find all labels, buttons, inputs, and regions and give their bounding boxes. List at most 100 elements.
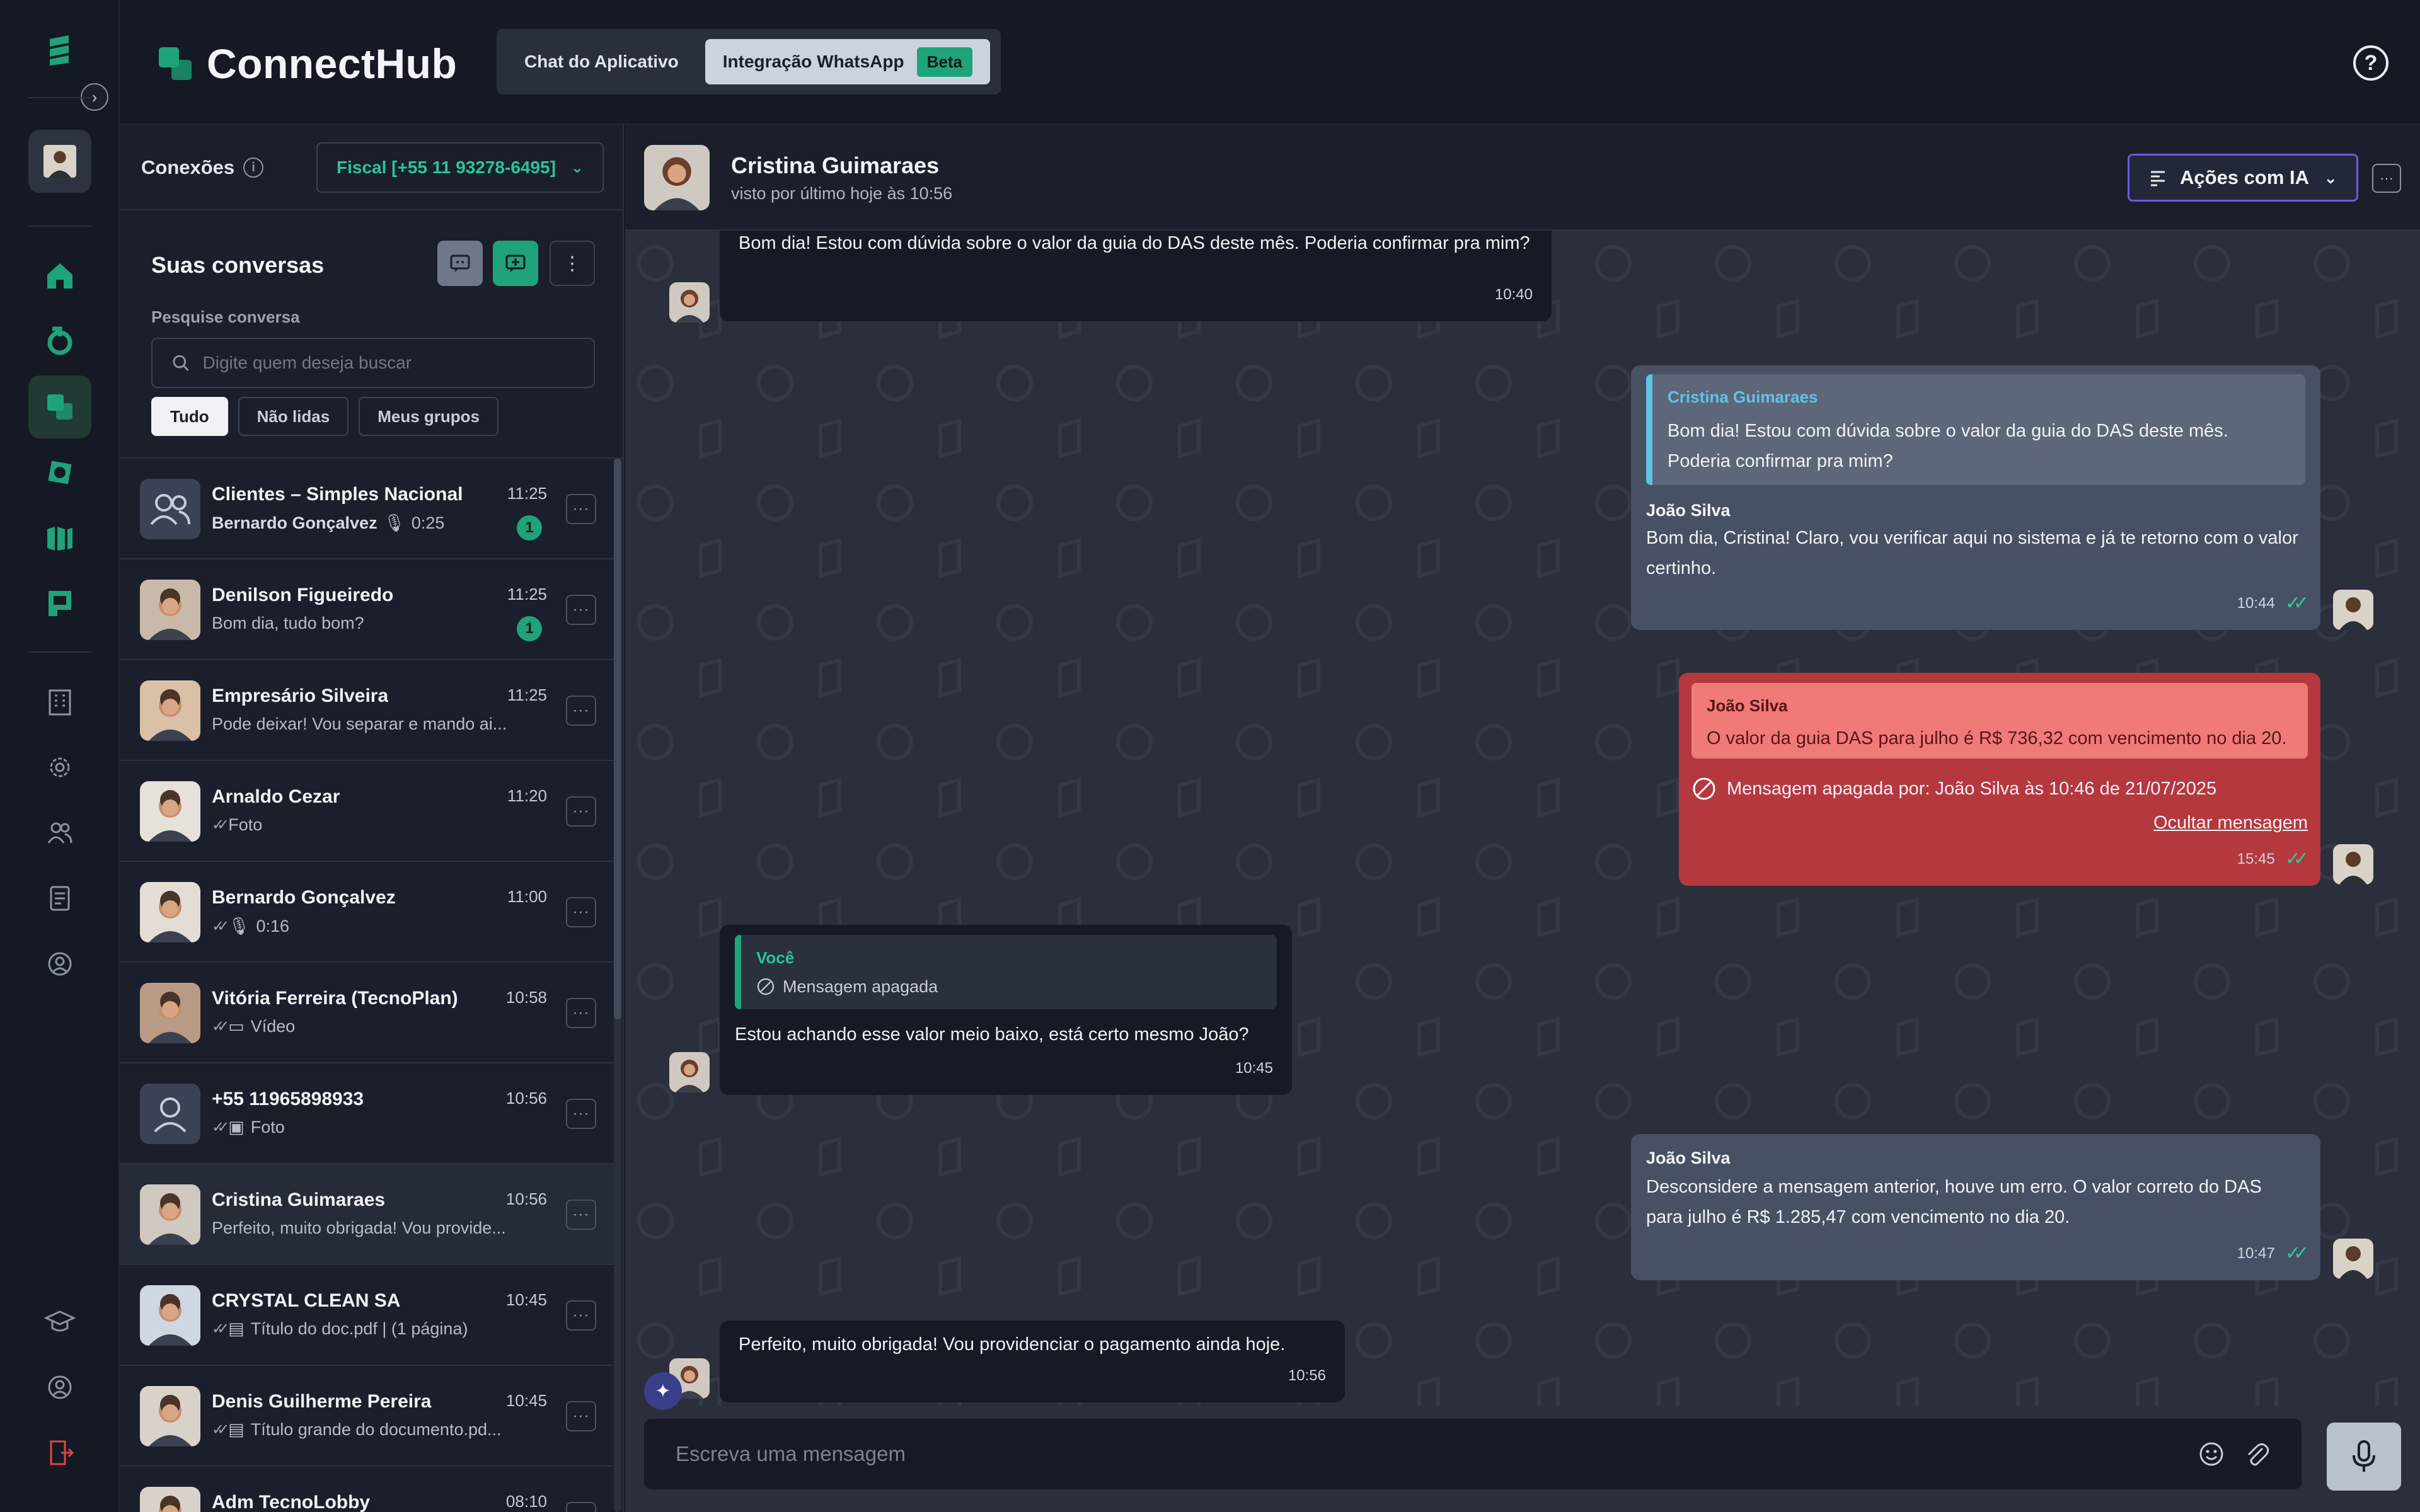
message-incoming[interactable]: Bom dia! Estou com dúvida sobre o valor …: [720, 231, 1552, 321]
image-icon: ▣: [228, 1118, 245, 1137]
message-incoming[interactable]: Você Mensagem apagada Estou achando esse…: [720, 925, 1292, 1095]
conversation-preview: Pode deixar! Vou separar e mando ai...: [212, 714, 507, 734]
conversation-name: Adm TecnoLobby: [212, 1492, 371, 1512]
conversation-row[interactable]: CRYSTAL CLEAN SA ✓✓ ▤ Título do doc.pdf | (…: [120, 1265, 618, 1366]
help-icon[interactable]: ?: [2353, 45, 2388, 81]
conversation-time: 11:20: [507, 786, 547, 805]
sender-avatar: [2333, 844, 2373, 885]
quoted-sender: Você: [756, 948, 795, 967]
account-icon[interactable]: [28, 932, 91, 995]
search-input[interactable]: [202, 353, 575, 373]
quoted-message[interactable]: João Silva O valor da guia DAS para julh…: [1691, 683, 2308, 759]
preview-text: Foto: [228, 815, 263, 834]
emoji-icon[interactable]: [2198, 1441, 2225, 1467]
checklist-icon[interactable]: [28, 867, 91, 930]
logout-icon[interactable]: [28, 1421, 91, 1484]
row-more-icon[interactable]: ···: [566, 595, 596, 625]
more-options-icon[interactable]: ⋮: [550, 241, 595, 286]
message-text: Desconsidere a mensagem anterior, houve …: [1646, 1177, 2262, 1227]
user-avatar[interactable]: [28, 130, 91, 193]
quoted-message[interactable]: Você Mensagem apagada: [735, 935, 1277, 1009]
building-icon[interactable]: [28, 670, 91, 733]
gear-icon[interactable]: [28, 736, 91, 799]
microphone-button[interactable]: [2327, 1423, 2401, 1491]
new-group-button[interactable]: [437, 241, 483, 286]
conversation-name: Denis Guilherme Pereira: [212, 1391, 432, 1412]
logo-icon[interactable]: [28, 19, 91, 82]
conversation-row[interactable]: Arnaldo Cezar ✓✓ Foto 11:20 ···: [120, 761, 618, 862]
row-more-icon[interactable]: ···: [566, 1099, 596, 1129]
more-options-icon[interactable]: ···: [2372, 164, 2401, 193]
row-more-icon[interactable]: ···: [566, 494, 596, 524]
row-more-icon[interactable]: ···: [566, 1300, 596, 1331]
rail-divider: [28, 651, 91, 653]
contact-avatar[interactable]: [644, 145, 710, 210]
row-more-icon[interactable]: ···: [566, 1502, 596, 1512]
message-sender: João Silva: [1646, 1148, 1731, 1167]
chevron-down-icon: ⌄: [570, 159, 584, 176]
message-sender: João Silva: [1646, 501, 1731, 520]
message-outgoing[interactable]: Cristina Guimaraes Bom dia! Estou com dú…: [1631, 365, 2320, 630]
board-icon[interactable]: [28, 507, 91, 570]
scrollbar-thumb[interactable]: [614, 459, 621, 1019]
sent-ticks-icon: ✓✓: [212, 1018, 229, 1035]
conversation-preview: ✓✓ ▣ Foto: [212, 1118, 285, 1137]
tab-whatsapp-integration[interactable]: Integração WhatsApp Beta: [705, 39, 990, 84]
cycle-icon[interactable]: [28, 441, 91, 504]
conversation-preview: Bernardo Gonçalvez 🎙︎ 0:25: [212, 513, 444, 533]
row-more-icon[interactable]: ···: [566, 897, 596, 927]
chat-area: Cristina Guimaraes visto por último hoje…: [625, 125, 2420, 1512]
users-icon[interactable]: [28, 801, 91, 864]
quoted-message[interactable]: Cristina Guimaraes Bom dia! Estou com dú…: [1646, 374, 2305, 485]
integration-tabs: Chat do Aplicativo Integração WhatsApp B…: [497, 29, 1001, 94]
message-time: 10:47 ✓✓: [2237, 1239, 2309, 1269]
row-more-icon[interactable]: ···: [566, 696, 596, 726]
conversation-row[interactable]: Clientes – Simples Nacional Bernardo Gonç…: [120, 459, 618, 559]
deleted-text: Mensagem apagada por: João Silva às 10:4…: [1727, 779, 2217, 799]
row-more-icon[interactable]: ···: [566, 796, 596, 827]
new-chat-button[interactable]: [493, 241, 538, 286]
row-more-icon[interactable]: ···: [566, 1401, 596, 1431]
conversation-time: 11:00: [507, 887, 547, 906]
quoted-sender: Cristina Guimaraes: [1668, 387, 1818, 406]
message-deleted[interactable]: João Silva O valor da guia DAS para julh…: [1679, 673, 2320, 886]
hide-message-link[interactable]: Ocultar mensagem: [2153, 808, 2308, 838]
conversation-preview: Perfeito, muito obrigada! Vou provide...: [212, 1218, 506, 1238]
sender-avatar: [2333, 1239, 2373, 1279]
conversation-time: 08:10: [505, 1492, 547, 1511]
support-icon[interactable]: [28, 1356, 91, 1419]
info-icon[interactable]: i: [243, 158, 264, 178]
conversation-name: Clientes – Simples Nacional: [212, 484, 463, 505]
avatar: [140, 781, 200, 842]
connection-select[interactable]: Fiscal [+55 11 93278-6495] ⌄: [316, 142, 604, 193]
conversation-row[interactable]: Denilson Figueiredo Bom dia, tudo bom? 11:…: [120, 559, 618, 660]
conversation-row[interactable]: Denis Guilherme Pereira ✓✓ ▤ Título grande …: [120, 1366, 618, 1467]
conversation-row[interactable]: Bernardo Gonçalvez ✓✓ 🎙︎ 0:16 11:00 ···: [120, 862, 618, 963]
ai-sparkle-icon[interactable]: ✦: [644, 1372, 682, 1410]
attachment-icon[interactable]: [2244, 1441, 2270, 1467]
conversation-row[interactable]: Vitória Ferreira (TecnoPlan) ✓✓ ▭ Vídeo 10:5…: [120, 963, 618, 1063]
conversation-row[interactable]: +55 11965898933 ✓✓ ▣ Foto 10:56 ···: [120, 1063, 618, 1164]
filter-all[interactable]: Tudo: [151, 397, 228, 436]
row-more-icon[interactable]: ···: [566, 998, 596, 1028]
message-incoming[interactable]: Perfeito, muito obrigada! Vou providenci…: [720, 1320, 1345, 1402]
conversation-name: Bernardo Gonçalvez: [212, 887, 396, 908]
row-more-icon[interactable]: ···: [566, 1200, 596, 1230]
beta-badge: Beta: [916, 47, 972, 77]
conversation-row[interactable]: Empresário Silveira Pode deixar! Vou sepa…: [120, 660, 618, 761]
message-time: 10:44 ✓✓: [2237, 588, 2309, 619]
tab-chat-app[interactable]: Chat do Aplicativo: [507, 39, 696, 84]
filter-my-groups[interactable]: Meus grupos: [359, 397, 498, 436]
message-outgoing[interactable]: João Silva Desconsidere a mensagem anter…: [1631, 1134, 2320, 1280]
conversation-row[interactable]: Adm TecnoLobby 08:10 ···: [120, 1467, 618, 1512]
filter-unread[interactable]: Não lidas: [238, 397, 349, 436]
message-input[interactable]: [676, 1442, 2198, 1466]
conversation-row[interactable]: Cristina Guimaraes Perfeito, muito obriga…: [120, 1164, 618, 1265]
chat-frame-icon[interactable]: [28, 572, 91, 635]
deleted-notice: Mensagem apagada por: João Silva às 10:4…: [1691, 774, 2216, 804]
connecthub-icon[interactable]: [28, 375, 91, 438]
home-icon[interactable]: [28, 244, 91, 307]
graduation-icon[interactable]: [28, 1290, 91, 1353]
refresh-icon[interactable]: [28, 310, 91, 373]
ai-actions-button[interactable]: Ações com IA ⌄: [2128, 154, 2358, 202]
